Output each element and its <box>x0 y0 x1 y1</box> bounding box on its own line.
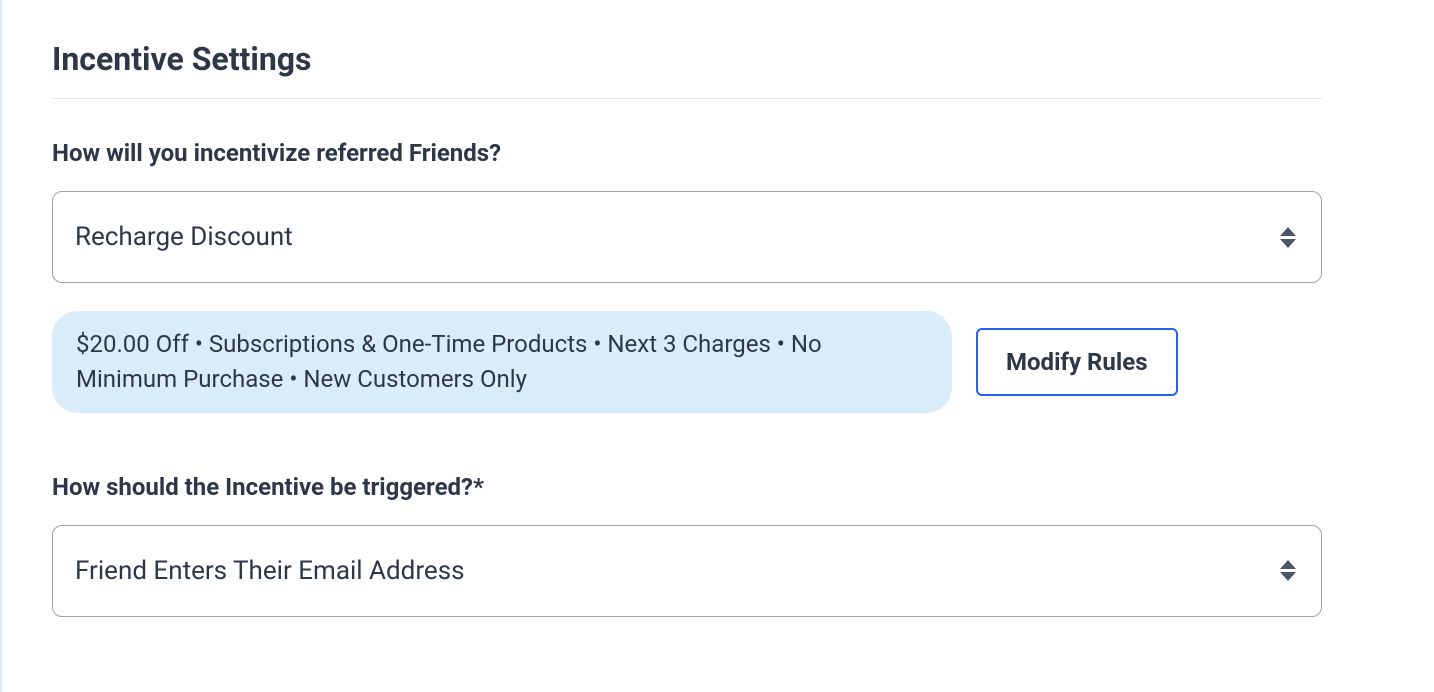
section-title: Incentive Settings <box>52 40 1322 99</box>
incentivize-field-group: How will you incentivize referred Friend… <box>52 139 1322 413</box>
trigger-field-group: How should the Incentive be triggered?* … <box>52 473 1322 617</box>
incentivize-select-wrapper: Recharge Discount <box>52 191 1322 283</box>
rules-summary-pill: $20.00 Off • Subscriptions & One-Time Pr… <box>52 311 952 413</box>
trigger-select[interactable]: Friend Enters Their Email Address <box>52 525 1322 617</box>
trigger-select-wrapper: Friend Enters Their Email Address <box>52 525 1322 617</box>
incentivize-label: How will you incentivize referred Friend… <box>52 139 1322 167</box>
rules-row: $20.00 Off • Subscriptions & One-Time Pr… <box>52 311 1322 413</box>
incentivize-select[interactable]: Recharge Discount <box>52 191 1322 283</box>
trigger-label: How should the Incentive be triggered?* <box>52 473 1322 501</box>
modify-rules-button[interactable]: Modify Rules <box>976 328 1178 396</box>
